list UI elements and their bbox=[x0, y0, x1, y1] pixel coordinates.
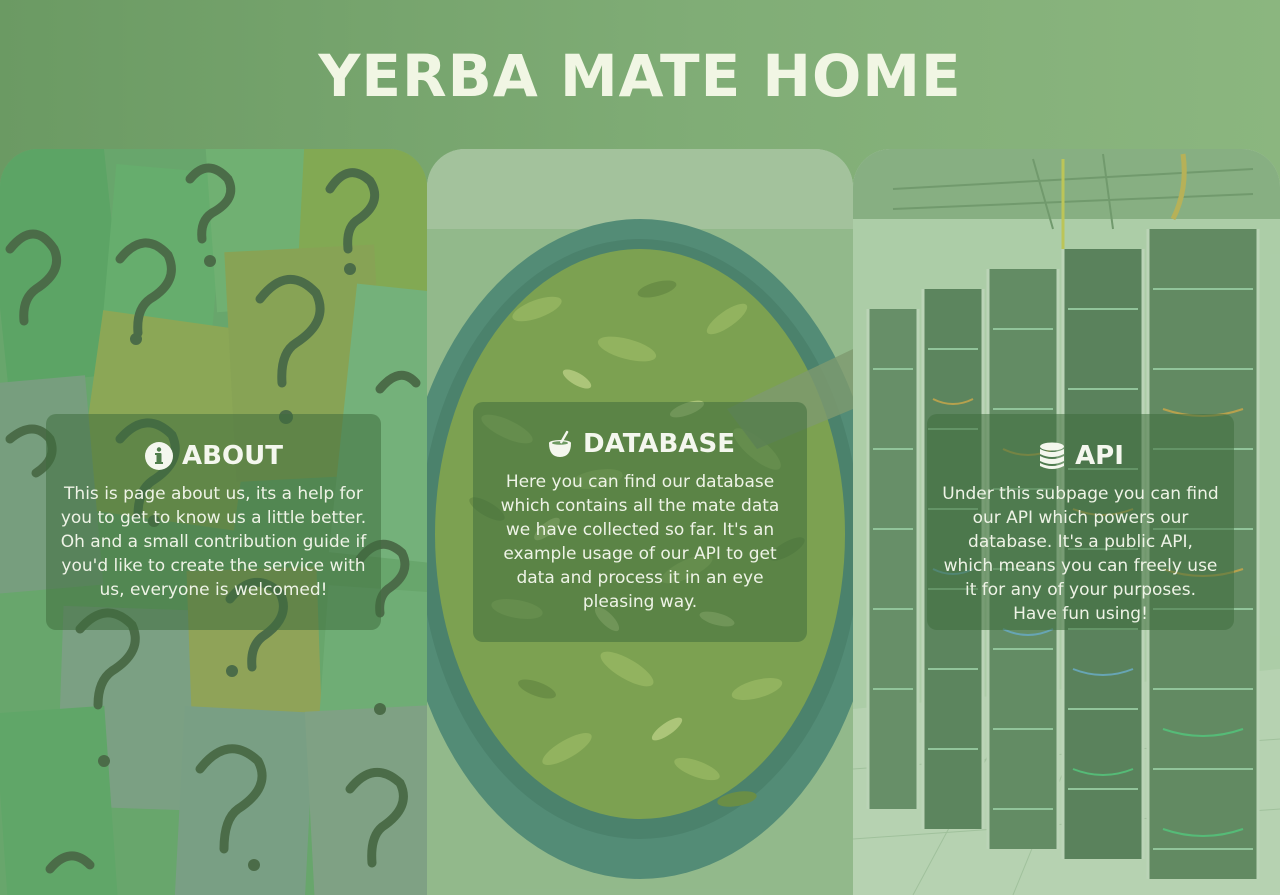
page-title: YERBA MATE HOME bbox=[318, 42, 962, 110]
mate-gourd-icon bbox=[545, 429, 575, 459]
info-circle-icon bbox=[144, 441, 174, 471]
database-icon bbox=[1037, 441, 1067, 471]
api-card-title: API bbox=[941, 440, 1220, 472]
about-title-label: ABOUT bbox=[182, 441, 283, 471]
page-header: YERBA MATE HOME bbox=[0, 0, 1280, 150]
api-description: Under this subpage you can find our API … bbox=[942, 484, 1219, 624]
about-description: This is page about us, its a help for yo… bbox=[60, 484, 367, 600]
navigation-panels: ABOUT This is page about us, its a help … bbox=[0, 149, 1280, 895]
api-title-label: API bbox=[1075, 441, 1124, 471]
database-card-title: DATABASE bbox=[487, 428, 793, 460]
about-card-title: ABOUT bbox=[60, 440, 367, 472]
api-card[interactable]: API Under this subpage you can find our … bbox=[927, 414, 1234, 630]
database-description: Here you can find our database which con… bbox=[500, 472, 780, 612]
about-card[interactable]: ABOUT This is page about us, its a help … bbox=[46, 414, 381, 630]
database-card[interactable]: DATABASE Here you can find our database … bbox=[473, 402, 807, 642]
database-title-label: DATABASE bbox=[583, 429, 735, 459]
about-panel[interactable]: ABOUT This is page about us, its a help … bbox=[0, 149, 427, 895]
api-panel[interactable]: API Under this subpage you can find our … bbox=[853, 149, 1280, 895]
database-panel[interactable]: DATABASE Here you can find our database … bbox=[427, 149, 853, 895]
